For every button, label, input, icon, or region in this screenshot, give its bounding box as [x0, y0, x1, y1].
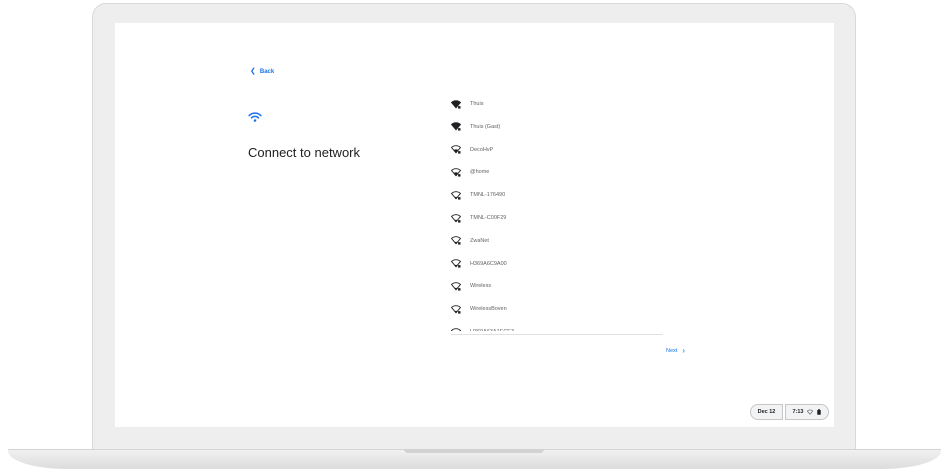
page-title: Connect to network: [248, 145, 361, 160]
shelf-time: 7:13: [792, 409, 804, 415]
network-item[interactable]: TMNL-176490: [451, 188, 505, 202]
network-item[interactable]: @home: [451, 165, 489, 179]
wifi-signal-icon: [451, 282, 461, 291]
wifi-signal-icon: [451, 213, 461, 223]
next-button[interactable]: Next ›: [666, 347, 685, 355]
network-name: TMNL-C00F29: [470, 215, 507, 221]
wifi-signal-icon: [451, 259, 461, 268]
network-name: Wireless: [470, 283, 492, 290]
network-name: Thuis (Gast): [470, 123, 501, 130]
wifi-signal-icon: [451, 190, 461, 200]
chevron-right-icon: ›: [682, 346, 685, 355]
laptop-hinge-notch: [404, 449, 544, 453]
back-button-label: Back: [259, 68, 275, 75]
network-item[interactable]: H369A6C9A00: [451, 257, 507, 271]
network-item[interactable]: Thuis: [451, 97, 483, 111]
shelf-date: Dec 12: [757, 409, 776, 415]
network-list-divider: [451, 334, 663, 335]
wifi-signal-icon: [451, 168, 461, 177]
chevron-left-icon: ❮: [250, 68, 256, 75]
oobe-screen: ❮ Back Connect to network Thuis Thuis (Ga…: [115, 23, 834, 427]
network-name: WirelessBoven: [470, 306, 507, 313]
network-name: Thuis: [470, 101, 484, 107]
wifi-signal-icon: [451, 122, 461, 131]
network-name: H369A63A1ECE3: [470, 329, 514, 331]
network-name: ZwaNet: [470, 237, 489, 244]
wifi-icon: [806, 409, 813, 415]
network-item[interactable]: DecoHvP: [451, 143, 493, 157]
network-item[interactable]: WirelessBoven: [451, 302, 507, 316]
wifi-signal-icon: [451, 99, 461, 109]
network-name: @home: [470, 169, 490, 176]
laptop-scene: ❮ Back Connect to network Thuis Thuis (Ga…: [0, 0, 949, 473]
next-button-label: Next: [666, 348, 678, 354]
network-item[interactable]: H369A63A1ECE3: [451, 325, 514, 331]
network-item[interactable]: Wireless: [451, 279, 491, 293]
wifi-signal-icon: [451, 145, 461, 154]
shelf-date-tray[interactable]: Dec 12: [750, 404, 783, 420]
network-item[interactable]: ZwaNet: [451, 234, 489, 248]
wifi-icon: [248, 112, 262, 122]
network-item[interactable]: TMNL-C00F29: [451, 211, 506, 225]
network-list[interactable]: Thuis Thuis (Gast) DecoHvP @home TMNL-176490…: [451, 93, 671, 331]
shelf-status-tray[interactable]: 7:13: [785, 404, 829, 420]
wifi-signal-icon: [451, 327, 461, 331]
network-name: DecoHvP: [470, 146, 494, 153]
wifi-signal-icon: [451, 236, 461, 245]
network-name: TMNL-176490: [470, 192, 506, 199]
back-button[interactable]: ❮ Back: [250, 68, 274, 75]
network-item[interactable]: Thuis (Gast): [451, 120, 500, 134]
wifi-signal-icon: [451, 304, 461, 314]
battery-icon: [816, 409, 821, 415]
network-name: H369A6C9A00: [470, 260, 507, 267]
